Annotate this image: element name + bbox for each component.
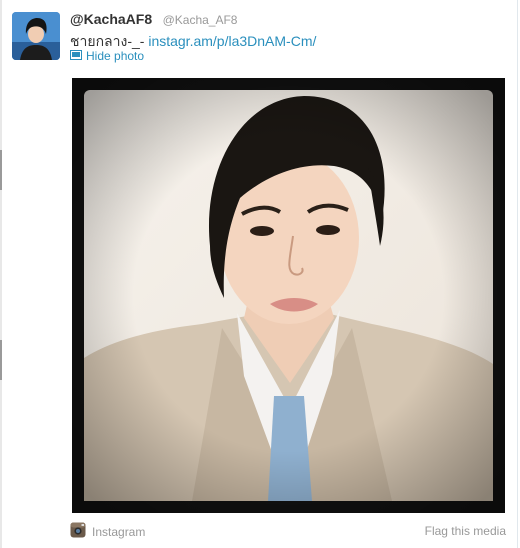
tweet-link[interactable]: instagr.am/p/la3DnAM-Cm/ bbox=[148, 33, 316, 49]
photo-icon bbox=[70, 49, 82, 63]
media-source-link[interactable]: Instagram bbox=[70, 522, 145, 541]
right-divider bbox=[517, 0, 518, 548]
tweet-photo[interactable] bbox=[72, 78, 505, 513]
flag-media-link[interactable]: Flag this media bbox=[425, 524, 506, 538]
display-name[interactable]: @KachaAF8 bbox=[70, 11, 152, 27]
user-handle: @Kacha_AF8 bbox=[162, 13, 238, 27]
portrait-photo bbox=[72, 78, 505, 513]
avatar[interactable] bbox=[12, 12, 60, 60]
divider-mark bbox=[0, 340, 2, 380]
media-source-label: Instagram bbox=[92, 524, 146, 539]
divider-mark bbox=[0, 150, 2, 190]
hide-photo-button[interactable]: Hide photo bbox=[70, 49, 144, 63]
avatar-image bbox=[12, 12, 60, 60]
tweet-text-prefix: ชายกลาง-_- bbox=[70, 33, 149, 49]
left-divider bbox=[0, 0, 2, 548]
hide-photo-label: Hide photo bbox=[86, 49, 145, 63]
instagram-icon bbox=[70, 522, 86, 541]
tweet-header: @KachaAF8 @Kacha_AF8 bbox=[70, 11, 237, 29]
